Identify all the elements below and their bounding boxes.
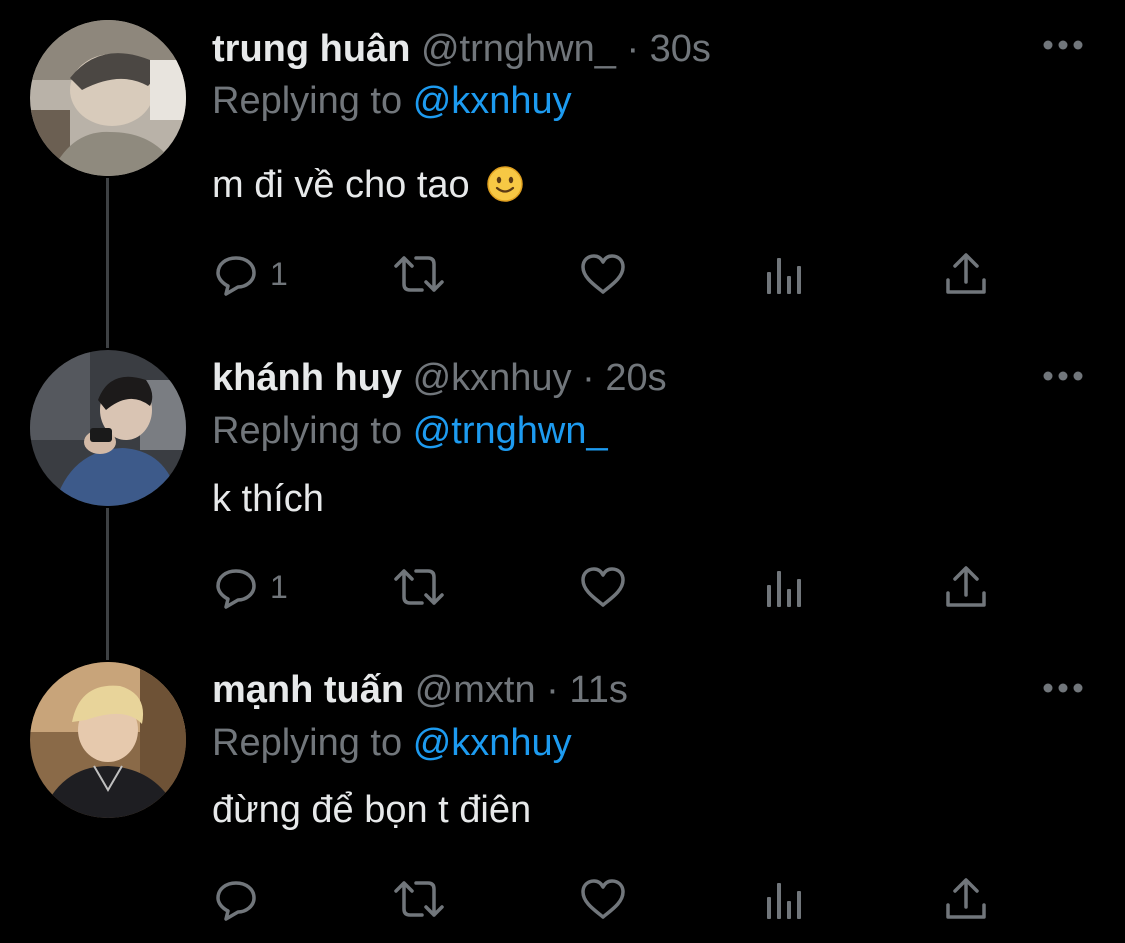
- more-icon[interactable]: [1040, 678, 1086, 698]
- username[interactable]: @trnghwn_: [421, 28, 616, 70]
- display-name[interactable]: mạnh tuấn: [212, 669, 404, 711]
- retweet-icon: [390, 875, 448, 923]
- tweet-actions: 1: [212, 249, 1012, 299]
- mention-link[interactable]: @kxnhuy: [413, 80, 572, 122]
- share-icon: [942, 563, 990, 611]
- timestamp[interactable]: 11s: [569, 669, 627, 711]
- more-icon[interactable]: [1040, 35, 1086, 55]
- replying-label: Replying to: [212, 80, 403, 122]
- avatar[interactable]: [30, 350, 186, 506]
- reply-count: 1: [270, 256, 288, 292]
- analytics-button[interactable]: [762, 249, 806, 299]
- retweet-icon: [390, 250, 448, 298]
- tweet-text-content: đừng để bọn t điên: [212, 789, 532, 831]
- display-name[interactable]: trung huân: [212, 28, 410, 70]
- replying-label: Replying to: [212, 722, 403, 764]
- analytics-button[interactable]: [762, 874, 806, 924]
- tweet-text: m đi về cho tao: [212, 165, 524, 210]
- reply-icon: [212, 250, 260, 298]
- tweet-header: trung huân @trnghwn_ · 30s: [212, 30, 711, 68]
- tweet-actions: 1: [212, 562, 1012, 612]
- mention-link[interactable]: @kxnhuy: [413, 722, 572, 764]
- share-icon: [942, 250, 990, 298]
- replying-to: Replying to @kxnhuy: [212, 724, 572, 762]
- like-icon: [578, 875, 628, 923]
- analytics-button[interactable]: [762, 562, 806, 612]
- retweet-button[interactable]: [390, 249, 448, 299]
- tweet-actions: [212, 874, 1012, 924]
- reply-count: 1: [270, 569, 288, 605]
- tweet-text-content: k thích: [212, 478, 324, 520]
- share-button[interactable]: [942, 874, 990, 924]
- like-icon: [578, 250, 628, 298]
- reply-button[interactable]: 1: [212, 249, 288, 299]
- avatar[interactable]: [30, 20, 186, 176]
- like-button[interactable]: [578, 874, 628, 924]
- slightly-smiling-face-icon: [486, 165, 524, 210]
- replying-to: Replying to @trnghwn_: [212, 412, 608, 450]
- display-name[interactable]: khánh huy: [212, 357, 402, 399]
- reply-button[interactable]: [212, 874, 270, 924]
- separator: ·: [546, 669, 559, 711]
- tweet-header: khánh huy @kxnhuy · 20s: [212, 359, 667, 397]
- share-icon: [942, 875, 990, 923]
- more-icon[interactable]: [1040, 366, 1086, 386]
- share-button[interactable]: [942, 249, 990, 299]
- replying-label: Replying to: [212, 410, 403, 452]
- tweet-text-content: m đi về cho tao: [212, 164, 470, 206]
- analytics-icon: [762, 875, 806, 923]
- replying-to: Replying to @kxnhuy: [212, 82, 572, 120]
- retweet-icon: [390, 563, 448, 611]
- tweet-text: k thích: [212, 480, 324, 518]
- username[interactable]: @mxtn: [415, 669, 536, 711]
- tweet-header: mạnh tuấn @mxtn · 11s: [212, 671, 628, 709]
- retweet-button[interactable]: [390, 874, 448, 924]
- analytics-icon: [762, 250, 806, 298]
- timestamp[interactable]: 20s: [605, 357, 666, 399]
- separator: ·: [582, 357, 595, 399]
- like-icon: [578, 563, 628, 611]
- reply-button[interactable]: 1: [212, 562, 288, 612]
- like-button[interactable]: [578, 562, 628, 612]
- analytics-icon: [762, 563, 806, 611]
- share-button[interactable]: [942, 562, 990, 612]
- timestamp[interactable]: 30s: [650, 28, 711, 70]
- tweet-text: đừng để bọn t điên: [212, 791, 531, 829]
- like-button[interactable]: [578, 249, 628, 299]
- separator: ·: [626, 28, 640, 70]
- retweet-button[interactable]: [390, 562, 448, 612]
- mention-link[interactable]: @trnghwn_: [413, 410, 608, 452]
- reply-icon: [212, 563, 260, 611]
- thread-line: [106, 178, 109, 348]
- avatar[interactable]: [30, 662, 186, 818]
- reply-icon: [212, 875, 260, 923]
- thread-line: [106, 508, 109, 660]
- username[interactable]: @kxnhuy: [413, 357, 572, 399]
